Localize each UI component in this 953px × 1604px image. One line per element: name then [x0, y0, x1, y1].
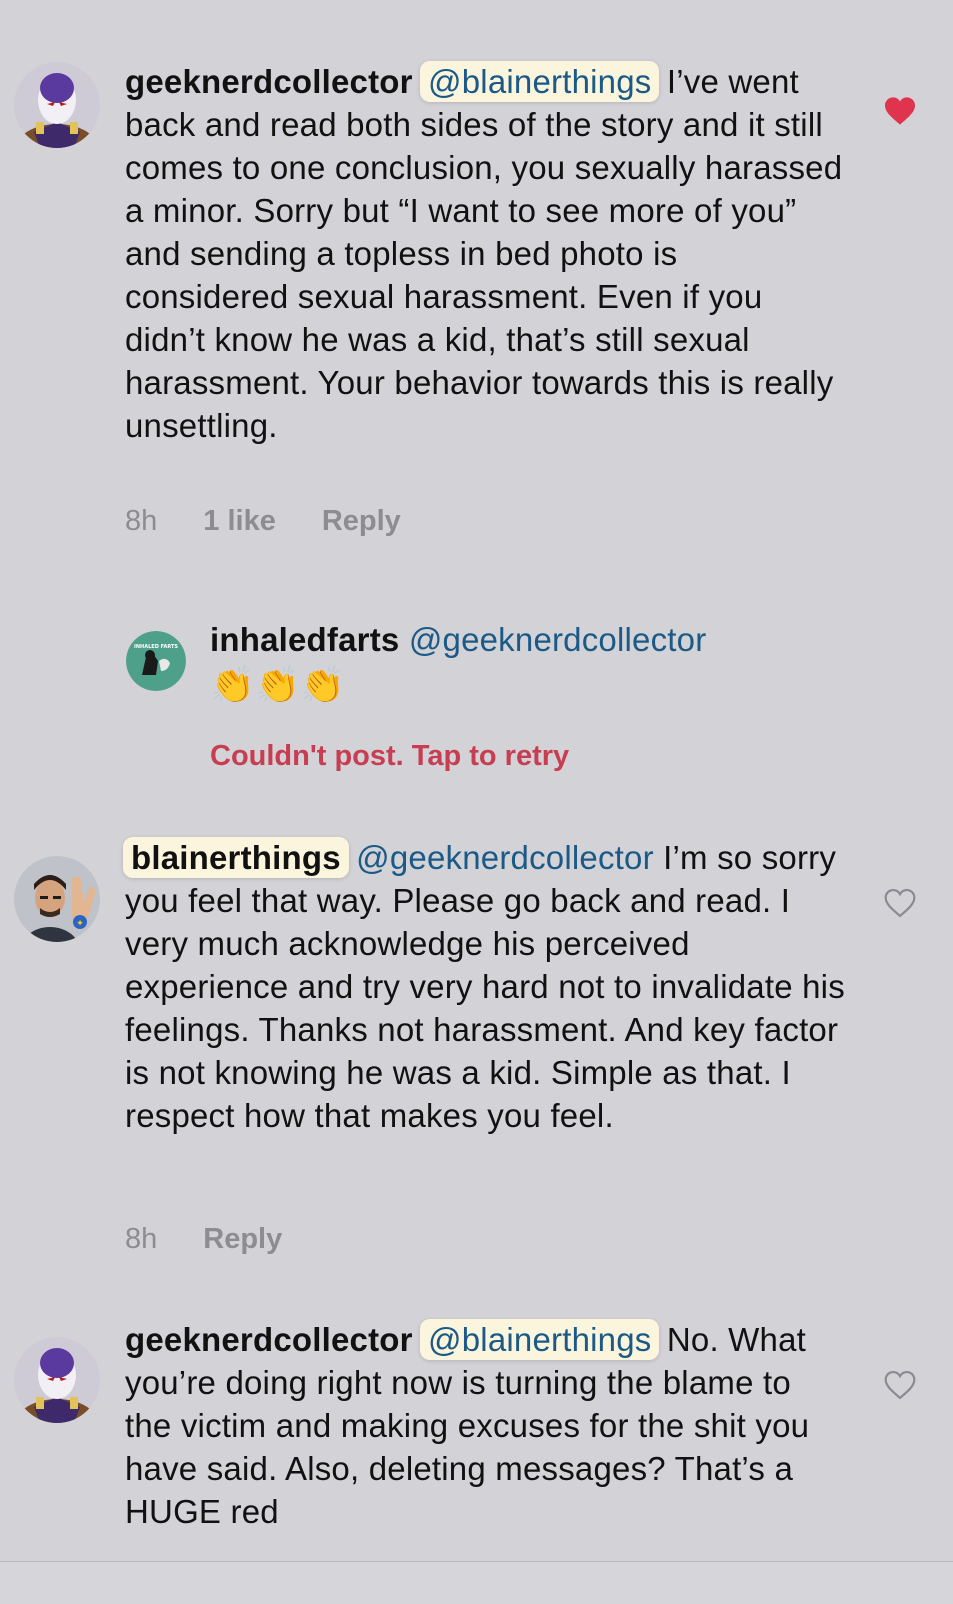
comment-body: blainerthings @geeknerdcollector I’m so … [123, 836, 845, 1137]
comment-username[interactable]: geeknerdcollector [125, 63, 413, 100]
comment-body: inhaledfarts @geeknerdcollector 👏👏👏 [210, 618, 850, 709]
comment-username[interactable]: blainerthings [123, 837, 349, 878]
comment-mention[interactable]: @blainerthings [420, 1319, 660, 1360]
avatar-geeknerdcollector-icon [14, 62, 100, 148]
bottom-bar [0, 1562, 953, 1604]
avatar-geeknerdcollector-icon [14, 1337, 100, 1423]
comment-username[interactable]: inhaledfarts [210, 621, 399, 658]
avatar[interactable] [14, 1337, 100, 1423]
comment-meta: 8h 1 like Reply [125, 505, 447, 538]
comment-mention[interactable]: @geeknerdcollector [356, 839, 654, 876]
comment-body: geeknerdcollector @blainerthings No. Wha… [125, 1318, 845, 1558]
avatar[interactable] [14, 62, 100, 148]
reply-button[interactable]: Reply [203, 1223, 282, 1256]
avatar-logo-text: INHALED FARTS [134, 644, 178, 650]
heart-icon[interactable] [883, 1370, 917, 1400]
heart-filled-icon[interactable] [883, 96, 917, 126]
avatar-inhaledfarts-icon: INHALED FARTS [126, 631, 186, 691]
avatar[interactable]: INHALED FARTS [126, 631, 186, 691]
avatar-blainerthings-icon: ✦ [14, 856, 100, 942]
comment-mention[interactable]: @blainerthings [420, 61, 660, 102]
comment-time: 8h [125, 1223, 158, 1255]
comment-username[interactable]: geeknerdcollector [125, 1321, 413, 1358]
comment-text: 👏👏👏 [210, 664, 346, 705]
post-error-retry[interactable]: Couldn't post. Tap to retry [210, 740, 569, 773]
comment-meta: 8h Reply [125, 1223, 328, 1256]
svg-text:✦: ✦ [76, 919, 84, 929]
comment-time: 8h [125, 505, 158, 537]
avatar[interactable]: ✦ [14, 856, 100, 942]
comment-text: I’ve went back and read both sides of th… [125, 63, 843, 444]
comment-body: geeknerdcollector @blainerthings I’ve we… [125, 60, 845, 447]
comment-likes[interactable]: 1 like [203, 505, 276, 538]
heart-icon[interactable] [883, 888, 917, 918]
comment-mention[interactable]: @geeknerdcollector [409, 621, 707, 658]
reply-button[interactable]: Reply [322, 505, 401, 538]
comment-text: I’m so sorry you feel that way. Please g… [125, 839, 845, 1134]
